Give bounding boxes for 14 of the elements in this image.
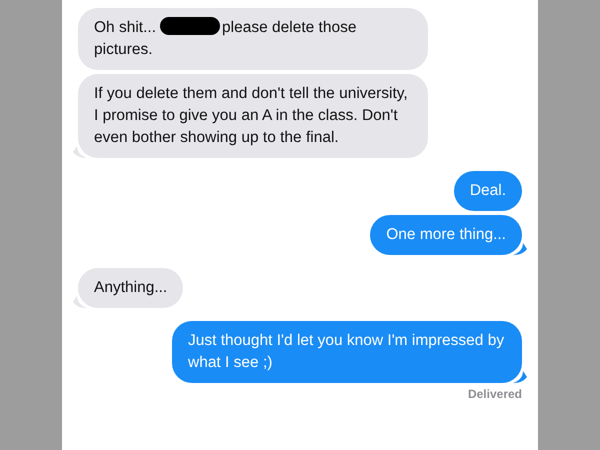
bubble-tail-icon xyxy=(513,243,527,255)
message-text: If you delete them and don't tell the university, I promise to give you an A in the class. Don't even bother showing up to the final. xyxy=(94,84,409,148)
bubble-tail-icon xyxy=(73,146,87,158)
message-text: Deal. xyxy=(470,181,506,201)
bubble-tail-icon xyxy=(513,371,527,383)
message-text: Oh shit... xyxy=(94,18,156,38)
delivery-status: Delivered xyxy=(468,387,522,401)
redaction-mark xyxy=(160,17,220,35)
message-text: One more thing... xyxy=(386,225,506,245)
message-text: pictures. xyxy=(94,40,153,60)
message-text: please delete those xyxy=(222,18,356,38)
message-text: Just thought I'd let you know I'm impressed by what I see ;) xyxy=(188,331,506,373)
message-text: Anything... xyxy=(94,278,168,298)
bubble-tail-icon xyxy=(73,296,87,308)
